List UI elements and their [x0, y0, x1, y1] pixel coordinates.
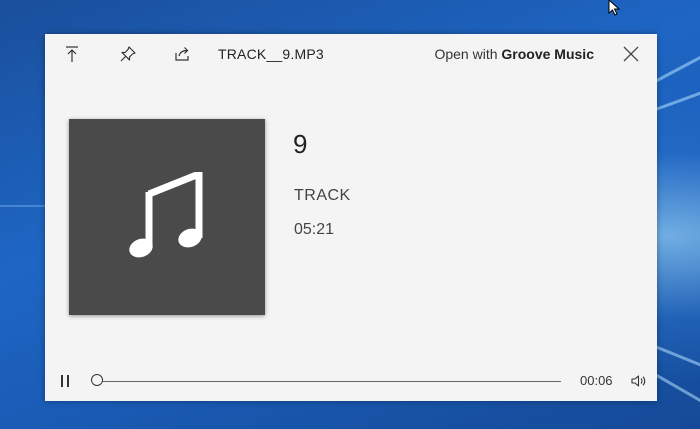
file-preview-window: TRACK__9.MP3 Open with Groove Music 9 TR… — [45, 34, 657, 401]
volume-button[interactable] — [630, 373, 646, 389]
track-number: 9 — [293, 129, 308, 159]
pin-icon — [120, 46, 136, 62]
album-art — [69, 119, 265, 315]
close-icon — [623, 46, 639, 62]
wallpaper-light-beam — [649, 69, 700, 113]
pin-button[interactable] — [118, 44, 138, 64]
title-bar: TRACK__9.MP3 Open with Groove Music — [45, 34, 657, 74]
play-pause-button[interactable] — [59, 374, 71, 388]
pause-icon — [61, 375, 63, 387]
pause-icon-bar — [67, 375, 69, 387]
share-button[interactable] — [172, 44, 192, 64]
elapsed-time: 00:06 — [580, 373, 613, 388]
open-with-label: Open with — [434, 46, 502, 62]
collapse-to-top-button[interactable] — [62, 44, 82, 64]
seek-bar-thumb[interactable] — [91, 374, 103, 386]
collapse-to-top-icon — [66, 46, 78, 62]
volume-icon — [631, 375, 646, 387]
track-name: TRACK — [294, 187, 351, 204]
playback-controls: 00:06 — [45, 367, 657, 397]
mouse-cursor-icon — [608, 0, 621, 16]
music-note-icon — [129, 172, 203, 258]
share-icon — [175, 47, 189, 61]
seek-bar[interactable] — [91, 374, 561, 386]
track-duration: 05:21 — [294, 221, 335, 238]
open-with-app-name: Groove Music — [501, 46, 594, 62]
window-title: TRACK__9.MP3 — [218, 46, 324, 62]
open-with-groove-button[interactable]: Open with Groove Music — [434, 46, 594, 62]
wallpaper-light-beam — [0, 205, 46, 207]
close-button[interactable] — [621, 44, 641, 64]
